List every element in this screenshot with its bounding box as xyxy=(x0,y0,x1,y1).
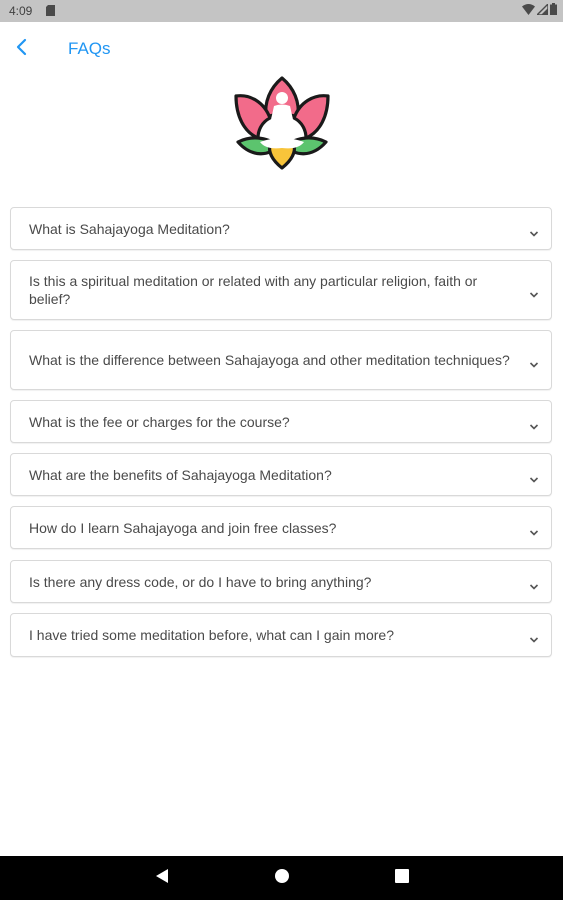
nav-recents-button[interactable] xyxy=(392,868,412,888)
faq-item[interactable]: What is Sahajayoga Meditation? xyxy=(10,207,552,250)
faq-question: What are the benefits of Sahajayoga Medi… xyxy=(29,466,332,483)
nav-back-button[interactable] xyxy=(152,868,172,888)
chevron-down-icon xyxy=(529,471,539,483)
chevron-down-icon xyxy=(529,524,539,536)
chevron-down-icon xyxy=(529,286,539,298)
faq-question: Is this a spiritual meditation or relate… xyxy=(29,273,478,307)
chevron-down-icon xyxy=(529,578,539,590)
status-icons xyxy=(522,1,557,18)
square-recents-icon xyxy=(395,868,409,888)
wifi-icon xyxy=(522,3,535,18)
faq-item[interactable]: What is the difference between Sahajayog… xyxy=(10,330,552,390)
faq-item[interactable]: Is this a spiritual meditation or relate… xyxy=(10,260,552,320)
back-button[interactable] xyxy=(8,36,34,62)
faq-question: What is the difference between Sahajayog… xyxy=(29,352,510,368)
faq-item[interactable]: What is the fee or charges for the cours… xyxy=(10,400,552,443)
circle-home-icon xyxy=(274,868,290,889)
chevron-down-icon xyxy=(529,356,539,368)
battery-icon xyxy=(550,3,557,18)
faq-item[interactable]: How do I learn Sahajayoga and join free … xyxy=(10,506,552,549)
status-bar: 4:09 xyxy=(0,0,563,22)
chevron-down-icon xyxy=(529,631,539,643)
triangle-back-icon xyxy=(155,868,169,889)
status-time: 4:09 xyxy=(9,4,33,18)
chevron-down-icon xyxy=(529,225,539,237)
sd-card-icon xyxy=(46,5,55,19)
chevron-left-icon xyxy=(15,38,27,61)
page-title: FAQs xyxy=(68,39,111,58)
faq-item[interactable]: I have tried some meditation before, wha… xyxy=(10,613,552,657)
faq-screen: 4:09 FAQs What is Sahajayoga Meditation?… xyxy=(0,0,563,900)
system-nav-bar xyxy=(0,856,563,900)
faq-question: Is there any dress code, or do I have to… xyxy=(29,573,372,590)
faq-question: What is Sahajayoga Meditation? xyxy=(29,220,230,237)
app-header: FAQs xyxy=(0,22,563,76)
nav-home-button[interactable] xyxy=(272,868,292,888)
faq-item[interactable]: Is there any dress code, or do I have to… xyxy=(10,560,552,603)
chevron-down-icon xyxy=(529,418,539,430)
lotus-meditation-logo xyxy=(232,74,332,172)
faq-question: I have tried some meditation before, wha… xyxy=(29,627,394,643)
faq-question: What is the fee or charges for the cours… xyxy=(29,413,290,430)
faq-item[interactable]: What are the benefits of Sahajayoga Medi… xyxy=(10,453,552,496)
signal-icon xyxy=(535,1,549,18)
faq-question: How do I learn Sahajayoga and join free … xyxy=(29,519,337,536)
